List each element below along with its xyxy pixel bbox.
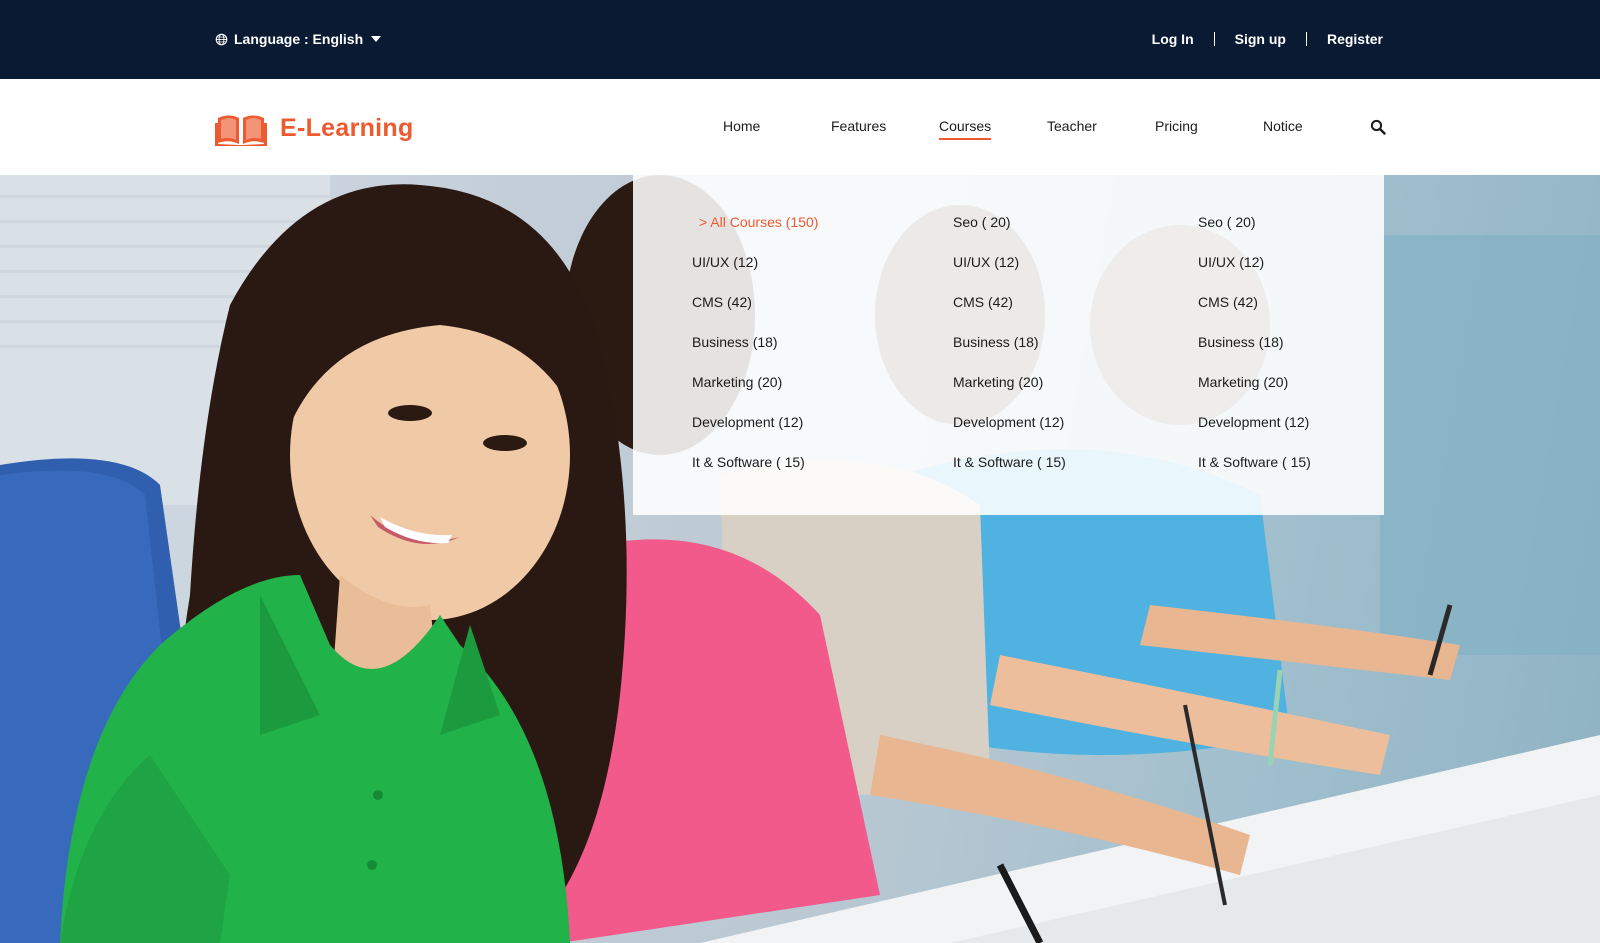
nav-notice[interactable]: Notice — [1263, 118, 1303, 134]
menu-item[interactable]: It & Software ( 15) — [1198, 454, 1311, 470]
menu-item[interactable]: CMS (42) — [953, 294, 1013, 310]
menu-item[interactable]: Seo ( 20) — [953, 214, 1011, 230]
menu-item[interactable]: Development (12) — [1198, 414, 1309, 430]
nav-home[interactable]: Home — [723, 118, 760, 134]
logo-text: E-Learning — [280, 113, 414, 142]
nav-pricing[interactable]: Pricing — [1155, 118, 1198, 134]
divider — [1213, 32, 1215, 46]
language-label: Language : English — [234, 31, 364, 47]
top-bar: Language : English Log In Sign up Regist… — [0, 0, 1600, 79]
site-logo[interactable]: E-Learning — [215, 110, 414, 146]
menu-item-all-courses[interactable]: > All Courses (150) — [699, 214, 818, 230]
menu-item[interactable]: Marketing (20) — [1198, 374, 1288, 390]
menu-item[interactable]: Marketing (20) — [953, 374, 1043, 390]
menu-item[interactable]: UI/UX (12) — [692, 254, 758, 270]
auth-links: Log In Sign up Register — [1152, 29, 1383, 49]
menu-item[interactable]: Development (12) — [953, 414, 1064, 430]
nav-teacher[interactable]: Teacher — [1047, 118, 1097, 134]
divider — [1305, 32, 1307, 46]
login-link[interactable]: Log In — [1152, 31, 1194, 47]
main-nav-bar: E-Learning Home Features Courses Teacher… — [0, 79, 1600, 175]
register-link[interactable]: Register — [1327, 31, 1383, 47]
menu-item[interactable]: It & Software ( 15) — [953, 454, 1066, 470]
courses-mega-menu: > All Courses (150) UI/UX (12) CMS (42) … — [633, 175, 1384, 515]
menu-item[interactable]: UI/UX (12) — [953, 254, 1019, 270]
language-selector[interactable]: Language : English — [215, 29, 382, 49]
menu-item[interactable]: Business (18) — [953, 334, 1039, 350]
menu-item[interactable]: CMS (42) — [1198, 294, 1258, 310]
menu-item[interactable]: Seo ( 20) — [1198, 214, 1256, 230]
menu-item[interactable]: Business (18) — [1198, 334, 1284, 350]
nav-features[interactable]: Features — [831, 118, 886, 134]
menu-item[interactable]: Business (18) — [692, 334, 778, 350]
globe-icon — [215, 33, 228, 45]
nav-courses[interactable]: Courses — [939, 118, 992, 140]
search-icon[interactable] — [1370, 119, 1386, 135]
open-book-icon — [215, 115, 267, 146]
menu-item[interactable]: UI/UX (12) — [1198, 254, 1264, 270]
signup-link[interactable]: Sign up — [1235, 31, 1286, 47]
menu-item[interactable]: CMS (42) — [692, 294, 752, 310]
menu-item[interactable]: It & Software ( 15) — [692, 454, 805, 470]
menu-item[interactable]: Development (12) — [692, 414, 803, 430]
caret-down-icon — [371, 36, 382, 42]
menu-item[interactable]: Marketing (20) — [692, 374, 782, 390]
